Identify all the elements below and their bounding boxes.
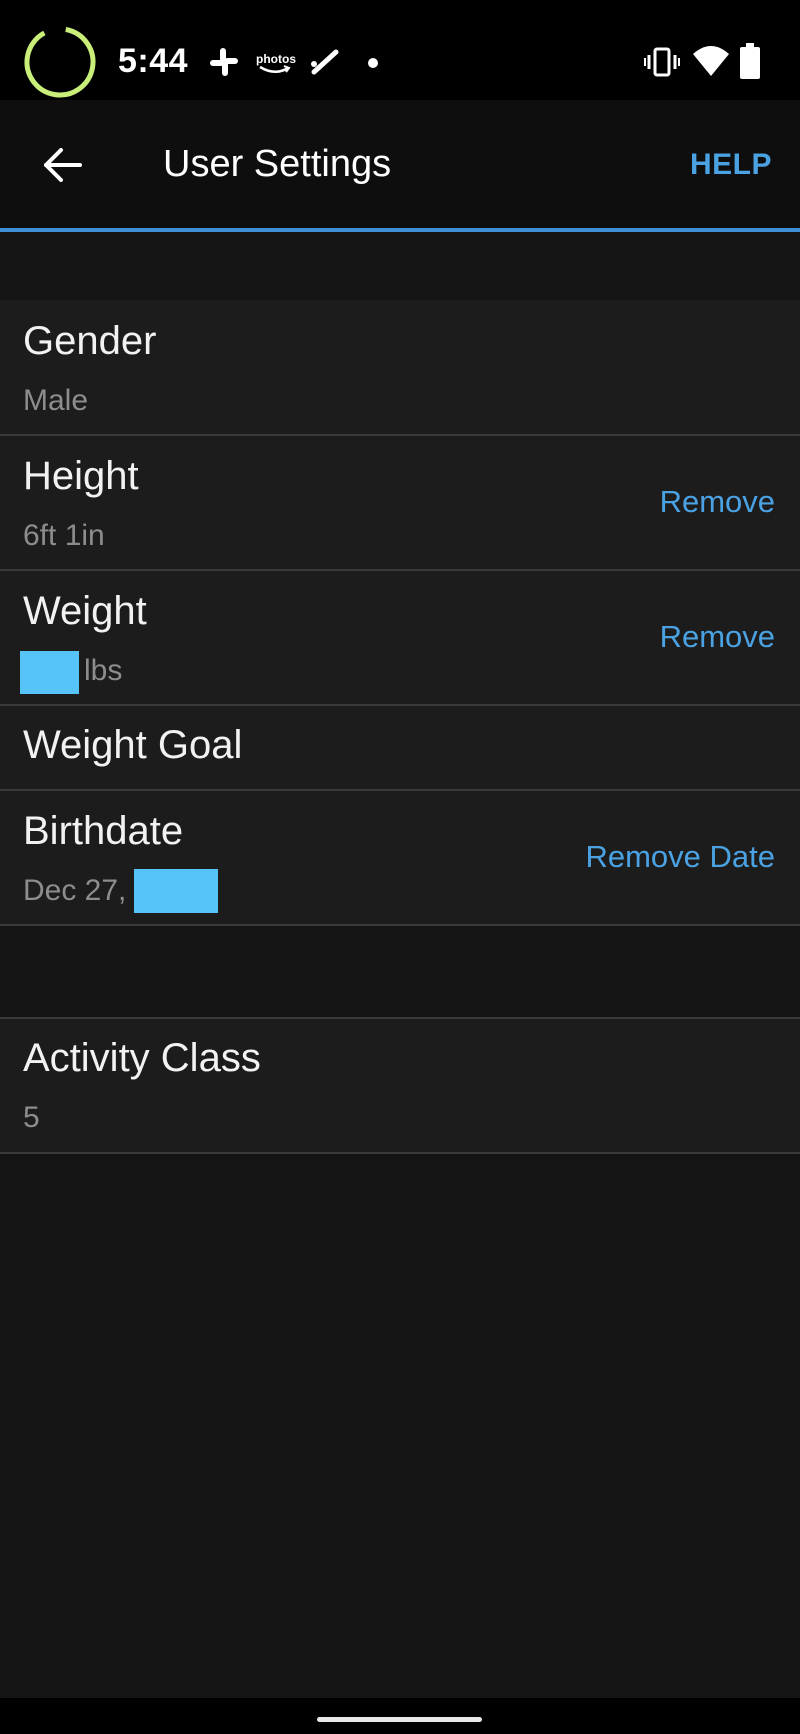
height-row[interactable]: Height 6ft 1in Remove bbox=[0, 436, 800, 571]
status-time: 5:44 bbox=[118, 42, 189, 80]
pen-icon bbox=[311, 49, 339, 75]
birthdate-value: Dec 27, bbox=[23, 874, 127, 907]
section-spacer bbox=[0, 232, 800, 300]
help-button[interactable]: HELP bbox=[690, 148, 772, 182]
gender-value: Male bbox=[23, 384, 89, 417]
weight-unit: lbs bbox=[84, 654, 123, 687]
battery-icon bbox=[740, 43, 760, 79]
vibrate-icon bbox=[644, 47, 680, 77]
remove-height-button[interactable]: Remove bbox=[660, 484, 775, 520]
page-title: User Settings bbox=[163, 143, 392, 185]
slack-icon bbox=[210, 48, 238, 76]
redacted-birth-year bbox=[134, 869, 218, 913]
dot-icon bbox=[368, 58, 378, 68]
amazon-smile-icon bbox=[259, 65, 291, 73]
height-label: Height bbox=[23, 454, 139, 498]
loading-ring-icon bbox=[24, 26, 96, 98]
height-value: 6ft 1in bbox=[23, 519, 105, 552]
weight-goal-label: Weight Goal bbox=[23, 723, 243, 767]
remove-weight-button[interactable]: Remove bbox=[660, 619, 775, 655]
birthdate-label: Birthdate bbox=[23, 809, 184, 853]
activity-class-row[interactable]: Activity Class 5 bbox=[0, 1017, 800, 1154]
weight-goal-row[interactable]: Weight Goal bbox=[0, 706, 800, 791]
wifi-icon bbox=[693, 46, 729, 76]
status-bar: 5:44 photos bbox=[0, 0, 800, 100]
gender-label: Gender bbox=[23, 319, 157, 363]
activity-class-label: Activity Class bbox=[23, 1036, 261, 1080]
back-arrow-icon[interactable] bbox=[40, 142, 86, 188]
home-gesture-handle[interactable] bbox=[317, 1717, 482, 1722]
birthdate-row[interactable]: Birthdate Dec 27, Remove Date bbox=[0, 791, 800, 926]
activity-class-value: 5 bbox=[23, 1101, 40, 1134]
gender-row[interactable]: Gender Male bbox=[0, 300, 800, 436]
remove-date-button[interactable]: Remove Date bbox=[585, 839, 775, 875]
navigation-bar bbox=[0, 1698, 800, 1734]
app-bar bbox=[0, 100, 800, 228]
redacted-weight-value bbox=[20, 651, 79, 694]
weight-label: Weight bbox=[23, 589, 147, 633]
weight-row[interactable]: Weight lbs Remove bbox=[0, 571, 800, 706]
